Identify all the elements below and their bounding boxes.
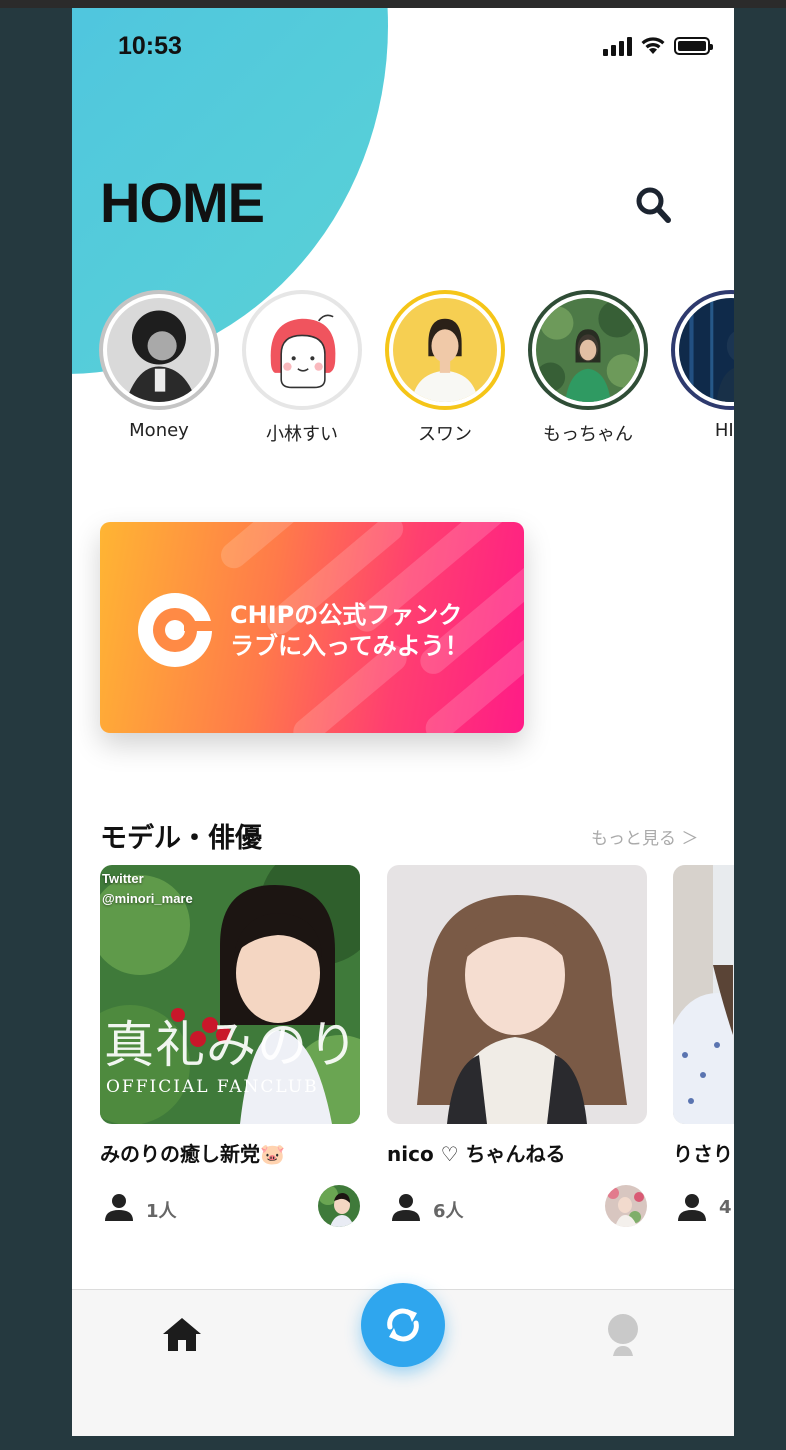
card-meta: 1人 bbox=[100, 1185, 360, 1227]
card-meta: 4 bbox=[673, 1185, 734, 1227]
banner-text: CHIPの公式ファンク ラブに入ってみよう！ bbox=[230, 600, 469, 662]
member-icon bbox=[678, 1194, 706, 1221]
fanclub-banner[interactable]: CHIPの公式ファンク ラブに入ってみよう！ bbox=[100, 522, 524, 733]
avatar bbox=[536, 298, 640, 402]
story-name: Money bbox=[129, 420, 189, 441]
refresh-icon bbox=[387, 1308, 419, 1342]
tab-home[interactable] bbox=[162, 1316, 202, 1352]
member-icon bbox=[392, 1194, 420, 1221]
banner-decoration bbox=[215, 522, 325, 574]
signal-icon bbox=[603, 36, 632, 56]
story-item[interactable]: スワン bbox=[380, 290, 510, 446]
phone-screen: 10:53 HOME Money 小林すい スワン もっちゃん HI CHIPの… bbox=[72, 8, 734, 1436]
status-icons bbox=[603, 36, 713, 56]
story-item[interactable]: 小林すい bbox=[237, 290, 367, 446]
story-carousel: Money 小林すい スワン もっちゃん HI bbox=[99, 290, 734, 450]
member-icon bbox=[105, 1194, 133, 1221]
overlay-twitter: Twitter bbox=[102, 871, 144, 886]
refresh-button[interactable] bbox=[361, 1283, 445, 1367]
story-name: HIN bbox=[714, 420, 734, 441]
owner-avatar[interactable] bbox=[605, 1185, 647, 1227]
page-title: HOME bbox=[100, 171, 265, 234]
story-name: もっちゃん bbox=[543, 424, 633, 445]
story-name: スワン bbox=[418, 424, 472, 445]
profile-icon bbox=[608, 1314, 638, 1356]
home-icon bbox=[163, 1318, 201, 1351]
status-time: 10:53 bbox=[118, 32, 182, 60]
member-count: 4 bbox=[719, 1197, 732, 1218]
owner-avatar[interactable] bbox=[318, 1185, 360, 1227]
card-title: みのりの癒し新党🐷 bbox=[100, 1142, 285, 1166]
card-image bbox=[387, 865, 647, 1124]
story-name: 小林すい bbox=[266, 424, 338, 445]
story-ring bbox=[242, 290, 362, 410]
avatar bbox=[393, 298, 497, 402]
tab-profile[interactable] bbox=[606, 1314, 640, 1356]
member-count: 6人 bbox=[433, 1201, 464, 1222]
story-ring bbox=[385, 290, 505, 410]
wifi-icon bbox=[641, 37, 665, 54]
battery-icon bbox=[674, 37, 713, 55]
card-meta: 6人 bbox=[387, 1185, 647, 1227]
member-count: 1人 bbox=[146, 1201, 177, 1222]
card-image: Twitter @minori_mare 真礼みのり OFFICIAL FANC… bbox=[100, 865, 360, 1124]
search-button[interactable] bbox=[632, 184, 676, 228]
window-bottom-edge bbox=[0, 1436, 786, 1450]
story-item[interactable]: もっちゃん bbox=[523, 290, 653, 446]
story-ring bbox=[99, 290, 219, 410]
overlay-handle: @minori_mare bbox=[102, 891, 193, 906]
avatar bbox=[679, 298, 734, 402]
story-ring bbox=[528, 290, 648, 410]
avatar bbox=[107, 298, 211, 402]
search-icon bbox=[636, 187, 671, 223]
card-image bbox=[673, 865, 734, 1124]
story-item[interactable]: Money bbox=[94, 290, 224, 441]
see-more-link[interactable]: もっと見る ＞ bbox=[591, 824, 698, 849]
avatar bbox=[250, 298, 354, 402]
card-title: りさり bbox=[673, 1142, 733, 1166]
section-title: モデル・俳優 bbox=[100, 823, 262, 854]
window-top-edge bbox=[0, 0, 786, 8]
overlay-name: 真礼みのり bbox=[104, 1016, 359, 1074]
banner-line-2: ラブに入ってみよう！ bbox=[230, 632, 469, 660]
card-title: nico ♡ ちゃんねる bbox=[387, 1142, 566, 1166]
banner-line-1: CHIPの公式ファンク bbox=[230, 601, 463, 629]
overlay-sub: OFFICIAL FANCLUB bbox=[106, 1077, 319, 1097]
story-item[interactable]: HIN bbox=[666, 290, 734, 441]
chip-logo-icon bbox=[138, 593, 214, 667]
story-ring bbox=[671, 290, 734, 410]
fanclub-card[interactable]: りさり 4 bbox=[673, 865, 734, 1227]
fanclub-card[interactable]: Twitter @minori_mare 真礼みのり OFFICIAL FANC… bbox=[100, 865, 360, 1227]
fanclub-card[interactable]: nico ♡ ちゃんねる 6人 bbox=[387, 865, 647, 1227]
